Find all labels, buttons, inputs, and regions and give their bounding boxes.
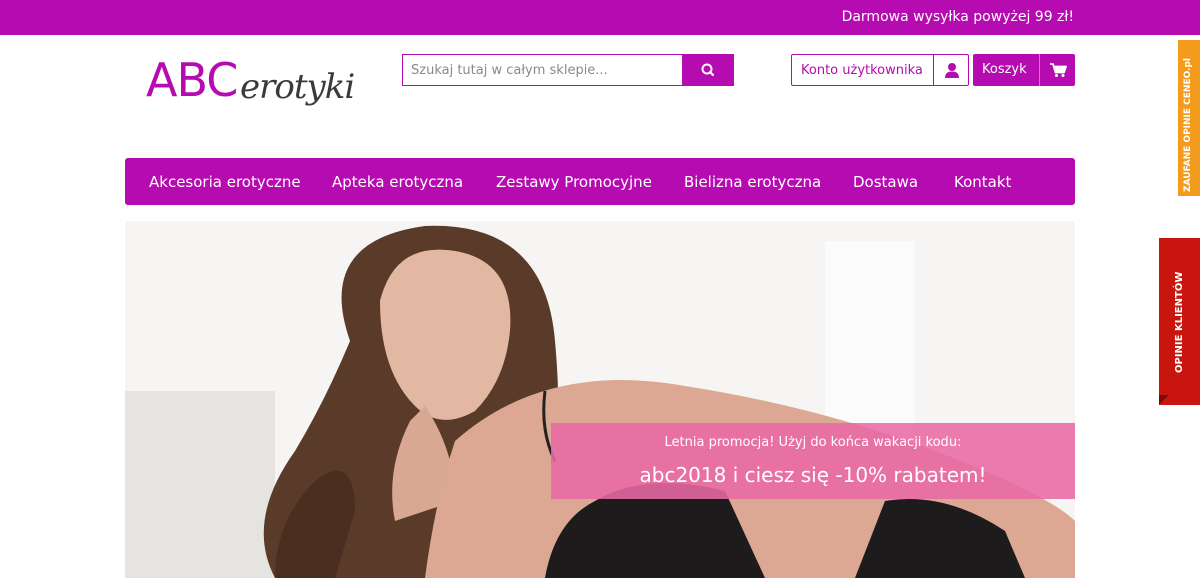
nav-item-kontakt[interactable]: Kontakt — [954, 173, 1011, 191]
logo-abc-text: ABC — [146, 53, 238, 107]
account-button[interactable]: Konto użytkownika — [791, 54, 969, 86]
ceneo-opinions-tab[interactable]: ZAUFANE OPINIE CENEO.pl — [1178, 40, 1200, 196]
promo-title: abc2018 i ciesz się -10% rabatem! — [639, 463, 987, 487]
promo-box[interactable]: Letnia promocja! Użyj do końca wakacji k… — [551, 423, 1075, 499]
opinions-tab-label: OPINIE KLIENTÓW — [1174, 271, 1185, 373]
search-icon — [701, 63, 715, 77]
search-button[interactable] — [682, 54, 734, 86]
opinions-tab-fold — [1159, 395, 1169, 405]
hero-banner[interactable] — [125, 221, 1075, 578]
hero-photo — [125, 221, 1075, 578]
top-bar: Darmowa wysyłka powyżej 99 zł! — [0, 0, 1200, 35]
nav-item-apteka[interactable]: Apteka erotyczna — [332, 173, 463, 191]
promo-subtitle: Letnia promocja! Użyj do końca wakacji k… — [664, 435, 962, 450]
account-label: Konto użytkownika — [801, 63, 923, 78]
cart-label: Koszyk — [982, 62, 1027, 77]
account-divider — [933, 55, 934, 85]
nav-item-dostawa[interactable]: Dostawa — [853, 173, 918, 191]
cart-button[interactable]: Koszyk — [973, 54, 1075, 86]
nav-item-akcesoria[interactable]: Akcesoria erotyczne — [149, 173, 301, 191]
logo-erotyki-text: erotyki — [240, 67, 355, 107]
search-input[interactable] — [402, 54, 682, 86]
logo[interactable]: ABC erotyki — [146, 52, 355, 116]
customer-opinions-tab[interactable]: OPINIE KLIENTÓW — [1159, 238, 1200, 405]
main-navigation: Akcesoria erotyczne Apteka erotyczna Zes… — [125, 158, 1075, 205]
cart-icon — [1050, 63, 1067, 77]
user-icon — [945, 63, 959, 78]
nav-item-zestawy[interactable]: Zestawy Promocyjne — [496, 173, 652, 191]
ceneo-tab-label: ZAUFANE OPINIE CENEO.pl — [1183, 57, 1193, 192]
cart-divider — [1039, 54, 1040, 86]
search-form — [402, 54, 734, 86]
nav-item-bielizna[interactable]: Bielizna erotyczna — [684, 173, 821, 191]
free-shipping-text: Darmowa wysyłka powyżej 99 zł! — [841, 9, 1074, 25]
